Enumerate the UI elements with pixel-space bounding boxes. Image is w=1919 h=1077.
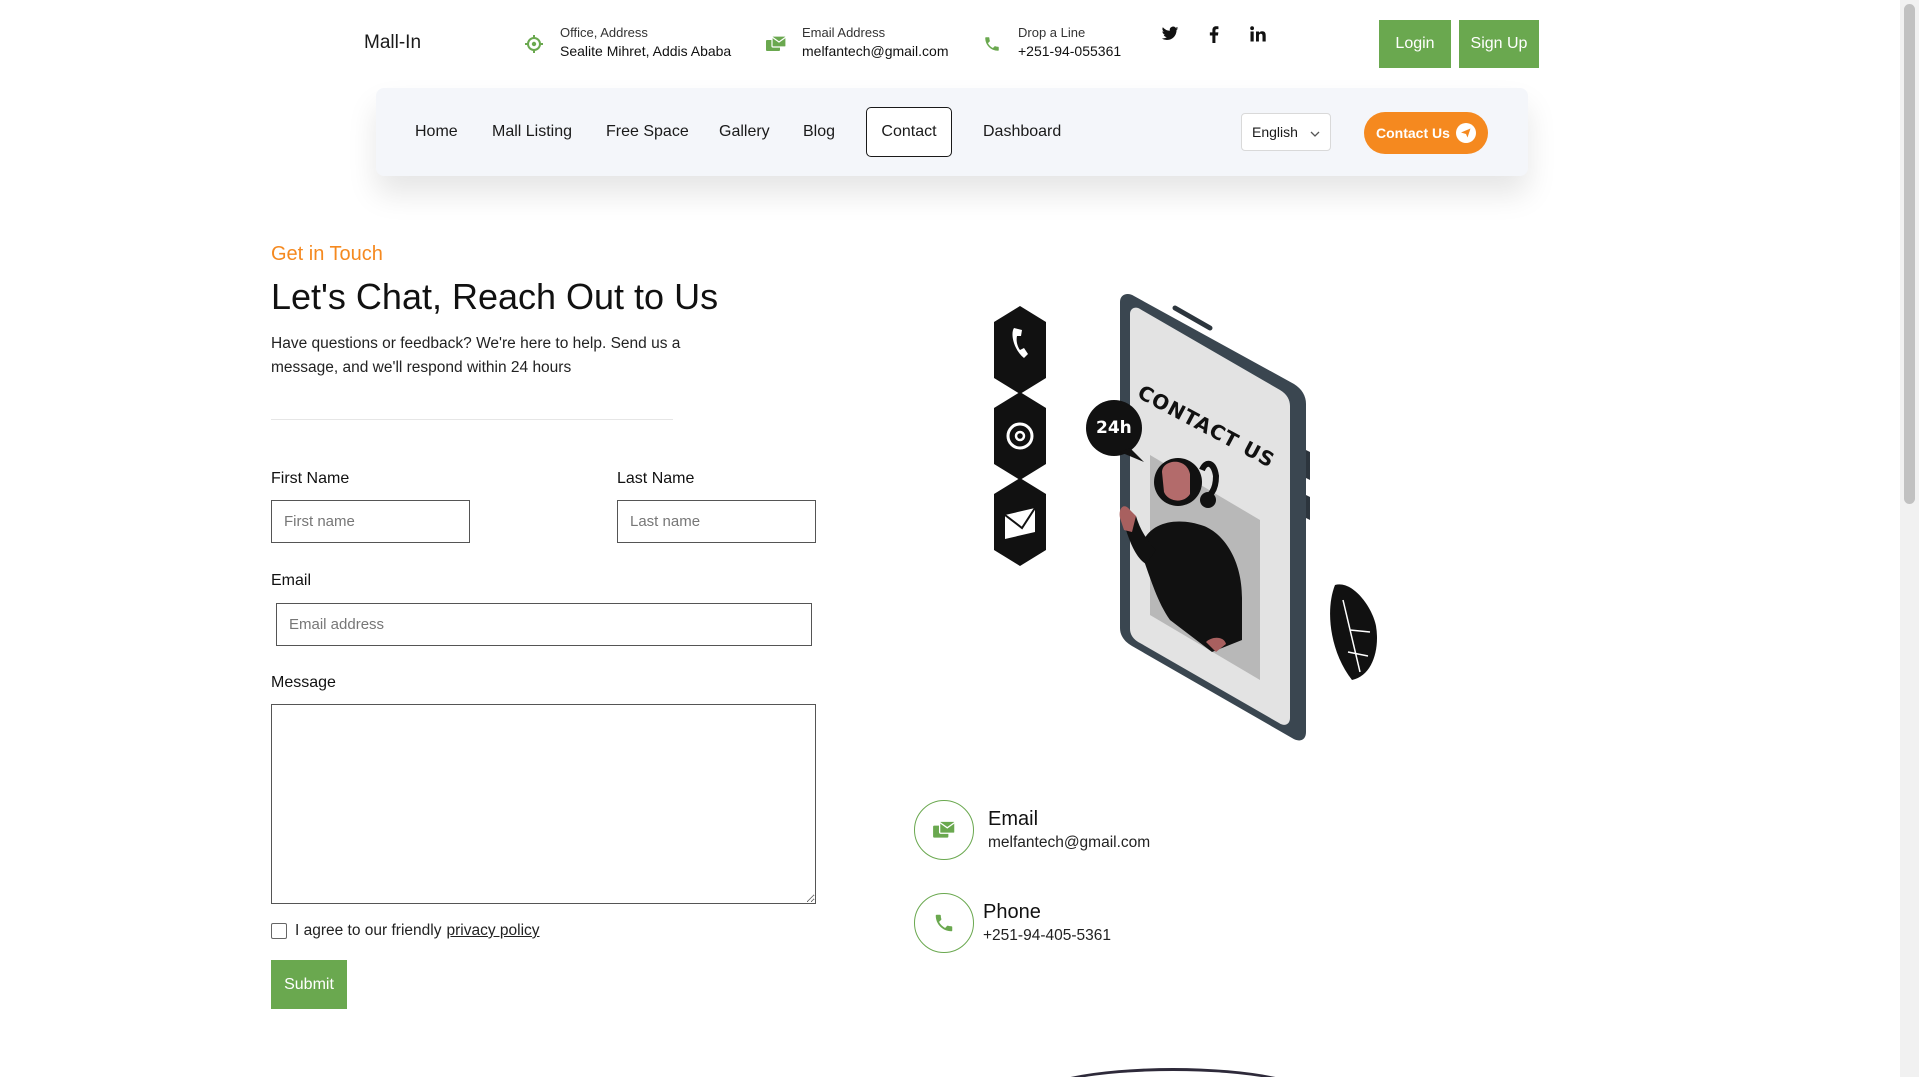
phone-icon <box>978 30 1006 58</box>
twitter-icon[interactable] <box>1160 24 1180 44</box>
office-address-block: Office, Address Sealite Mihret, Addis Ab… <box>520 24 731 61</box>
contact-email-value[interactable]: melfantech@gmail.com <box>988 832 1150 854</box>
nav-item-mall-listing[interactable]: Mall Listing <box>492 88 572 176</box>
email-field[interactable] <box>276 603 812 646</box>
eyebrow-text: Get in Touch <box>271 243 383 265</box>
nav-item-home[interactable]: Home <box>415 88 458 176</box>
top-bar: Mall-In Office, Address Sealite Mihret, … <box>0 0 1900 86</box>
phone-icon <box>914 893 974 953</box>
leaf-plant-graphic <box>1330 584 1377 680</box>
office-label: Office, Address <box>560 25 648 40</box>
mail-icon <box>762 30 790 58</box>
chevron-down-icon <box>1310 124 1320 140</box>
contact-phone-item: Phone +251-94-405-5361 <box>914 893 1111 953</box>
phone-tile-icon <box>994 306 1046 394</box>
signup-button[interactable]: Sign Up <box>1459 20 1539 68</box>
next-section-peek <box>1030 1068 1316 1077</box>
last-name-input[interactable] <box>617 500 816 543</box>
nav-item-dashboard[interactable]: Dashboard <box>983 88 1061 176</box>
email-value[interactable]: melfantech@gmail.com <box>802 41 949 61</box>
phone-value[interactable]: +251-94-055361 <box>1018 41 1121 61</box>
contact-illustration: CONTACT US 24h <box>980 280 1400 750</box>
phone-label: Drop a Line <box>1018 25 1086 40</box>
language-select[interactable]: English <box>1241 113 1331 151</box>
facebook-icon[interactable] <box>1204 24 1224 44</box>
office-value: Sealite Mihret, Addis Ababa <box>560 43 732 59</box>
agree-text: I agree to our friendly <box>295 922 442 939</box>
contact-phone-title: Phone <box>983 901 1041 923</box>
email-address-block: Email Address melfantech@gmail.com <box>762 24 949 61</box>
message-label: Message <box>271 674 336 691</box>
first-name-label: First Name <box>271 470 350 487</box>
contact-email-item: Email melfantech@gmail.com <box>914 800 1150 860</box>
email-label: Email Address <box>802 25 886 40</box>
brand-logo[interactable]: Mall-In <box>364 32 421 54</box>
mail-icon <box>914 800 974 860</box>
contact-phone-value[interactable]: +251-94-405-5361 <box>983 925 1111 947</box>
login-button[interactable]: Login <box>1379 20 1451 68</box>
nav-item-free-space[interactable]: Free Space <box>606 88 689 176</box>
privacy-checkbox[interactable] <box>271 923 287 939</box>
message-textarea[interactable] <box>271 704 816 904</box>
language-value: English <box>1252 124 1298 140</box>
at-tile-icon <box>994 392 1046 480</box>
envelope-tile-icon <box>994 478 1046 566</box>
smartphone-graphic <box>1119 294 1310 741</box>
email-label: Email <box>271 572 312 589</box>
last-name-label: Last Name <box>617 470 695 487</box>
social-links <box>1160 24 1268 44</box>
nav-item-contact[interactable]: Contact <box>866 107 952 157</box>
contact-us-button[interactable]: Contact Us <box>1364 112 1488 154</box>
send-icon <box>1456 123 1476 143</box>
lead-text: Have questions or feedback? We're here t… <box>271 335 681 376</box>
nav-item-gallery[interactable]: Gallery <box>719 88 770 176</box>
24h-bubble-text: 24h <box>1096 418 1132 438</box>
linkedin-icon[interactable] <box>1248 24 1268 44</box>
main-nav: Home Mall Listing Free Space Gallery Blo… <box>376 88 1528 176</box>
privacy-policy-link[interactable]: privacy policy <box>446 922 539 940</box>
first-name-input[interactable] <box>271 500 470 543</box>
contact-email-title: Email <box>988 808 1039 830</box>
contact-us-label: Contact Us <box>1376 125 1450 141</box>
submit-button[interactable]: Submit <box>271 960 347 1009</box>
location-target-icon <box>520 30 548 58</box>
page-title: Let's Chat, Reach Out to Us <box>271 276 719 317</box>
privacy-agree-row: I agree to our friendly privacy policy <box>271 922 540 940</box>
scrollbar-thumb[interactable] <box>1904 4 1915 504</box>
nav-item-blog[interactable]: Blog <box>803 88 835 176</box>
divider <box>271 419 673 420</box>
phone-block: Drop a Line +251-94-055361 <box>978 24 1121 61</box>
